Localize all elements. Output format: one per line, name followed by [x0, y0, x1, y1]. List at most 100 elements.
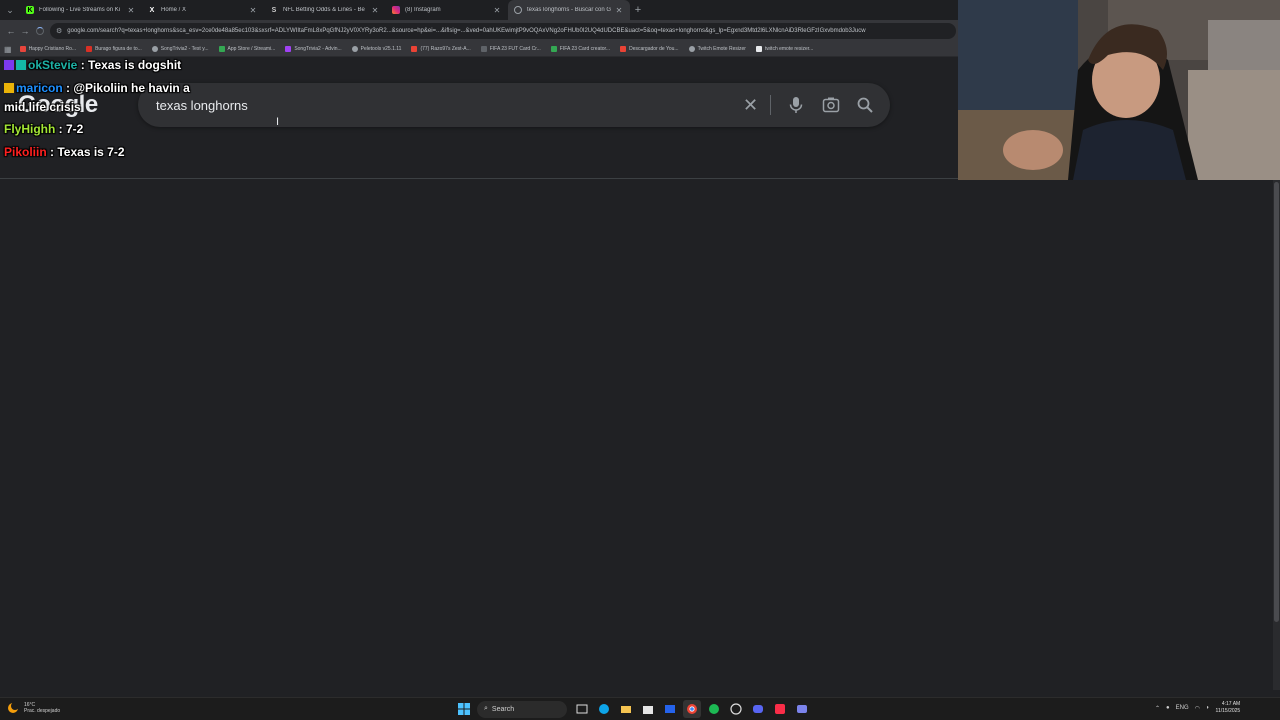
bookmark-favicon-icon [620, 46, 627, 52]
bookmark-item[interactable]: Happy Cristiano Ro... [19, 46, 76, 52]
mic-tray-icon[interactable]: ● [1166, 705, 1170, 711]
bookmark-favicon-icon [688, 46, 695, 52]
bookmark-item[interactable]: App Store / Streami... [218, 46, 276, 52]
taskbar-apps: ⌕ Search [455, 700, 815, 718]
scrollbar-thumb[interactable] [1274, 182, 1279, 622]
search-input[interactable] [156, 83, 716, 127]
tab-search-icon[interactable]: ⌄ [0, 5, 20, 16]
edge-icon[interactable] [595, 700, 613, 718]
chrome-icon[interactable] [683, 700, 701, 718]
vip-badge-icon [16, 60, 26, 70]
bookmark-label: Peletools v25.1.11 [360, 46, 402, 52]
back-icon[interactable]: ← [4, 26, 18, 36]
music-icon[interactable] [771, 700, 789, 718]
x-icon: X [149, 6, 155, 14]
bookmark-item[interactable]: Burago figura de to... [86, 46, 142, 52]
clock[interactable]: 4:17 AM 11/15/2025 [1216, 701, 1241, 715]
chat-username: FlyHighh [4, 122, 56, 136]
discord-icon[interactable] [749, 700, 767, 718]
tab-title: (8) Instagram [405, 7, 441, 13]
bookmark-favicon-icon [151, 46, 158, 52]
bookmark-item[interactable]: twitch emote resizer... [755, 46, 814, 52]
taskbar-search-label: Search [491, 705, 515, 713]
close-icon[interactable]: ✕ [126, 6, 136, 15]
tab-google-search[interactable]: texas longhorns - Buscar con G ✕ [508, 0, 630, 20]
bookmark-label: FIFA 23 FUT Card Cr... [489, 46, 541, 52]
weather-text: 16°C Prac. despejado [24, 702, 60, 714]
chat-text: : Texas is 7-2 [46, 145, 125, 159]
bookmark-favicon-icon [218, 46, 225, 52]
bookmark-item[interactable]: FIFA 23 FUT Card Cr... [480, 46, 541, 52]
chat-text: : 7-2 [55, 122, 84, 136]
close-icon[interactable]: ✕ [370, 6, 380, 15]
bookmark-item[interactable]: SongTrivia2 - Test y... [151, 46, 209, 52]
mail-icon[interactable] [661, 700, 679, 718]
chat-text: mid life crisis [4, 100, 81, 114]
chevron-up-icon[interactable]: ⌃ [1155, 705, 1160, 712]
tab-kick[interactable]: K Following - Live Streams on Ki ✕ [20, 0, 142, 20]
search-results-area [0, 180, 1273, 690]
tab-title: NFL Betting Odds & Lines - Be [283, 7, 365, 13]
bookmark-label: Descargador de You... [629, 46, 679, 52]
microphone-icon[interactable] [786, 95, 806, 115]
url-text: google.com/search?q=texas+longhorns&sca_… [67, 28, 866, 34]
store-icon[interactable] [639, 700, 657, 718]
bookmark-favicon-icon [480, 46, 487, 52]
taskbar-search[interactable]: ⌕ Search [477, 700, 567, 718]
tab-title: Home / X [161, 7, 187, 13]
camera-lens-icon[interactable] [821, 95, 841, 115]
bookmark-item[interactable]: Descargador de You... [620, 46, 679, 52]
obs-icon[interactable] [727, 700, 745, 718]
close-icon[interactable]: ✕ [492, 6, 502, 15]
chat-username: okStevie [28, 58, 78, 72]
tab-strip: ⌄ K Following - Live Streams on Ki ✕ X H… [0, 0, 958, 20]
spotify-icon[interactable] [705, 700, 723, 718]
bookmark-favicon-icon [86, 46, 93, 52]
bookmark-item[interactable]: (77) Razo97s Zest-A... [411, 46, 471, 52]
chat-message: Pikoliin : Texas is 7-2 [4, 145, 125, 159]
bookmark-item[interactable]: Twitch Emote Resizer [688, 46, 746, 52]
kick-icon: K [26, 6, 34, 14]
bookmark-item[interactable]: Peletools v25.1.11 [351, 46, 402, 52]
file-explorer-icon[interactable] [617, 700, 635, 718]
chat-message: maricon : @Pikoliin he havin a [4, 81, 190, 95]
forward-icon[interactable]: → [18, 26, 32, 36]
tab-title: texas longhorns - Buscar con G [527, 7, 612, 13]
site-info-icon[interactable]: ⚙ [56, 27, 62, 35]
bookmark-favicon-icon [550, 46, 557, 52]
apps-grid-icon[interactable]: ▦ [4, 45, 12, 54]
tab-instagram[interactable]: (8) Instagram ✕ [386, 0, 508, 20]
bookmark-item[interactable]: FIFA 23 Card creator... [550, 46, 610, 52]
wifi-icon[interactable]: ◠ [1195, 705, 1200, 712]
webcam-overlay [958, 0, 1280, 180]
address-bar[interactable]: ⚙ google.com/search?q=texas+longhorns&sc… [50, 23, 956, 39]
volume-icon[interactable]: ◗ [1206, 705, 1210, 711]
browser-toolbar: ← → ⚙ google.com/search?q=texas+longhorn… [0, 20, 958, 42]
search-box[interactable]: ✕ [138, 83, 890, 127]
scrollbar[interactable] [1273, 180, 1280, 690]
bookmark-label: SongTrivia2 - Advin... [294, 46, 342, 52]
search-icon[interactable] [855, 95, 875, 115]
language-indicator[interactable]: ENG [1176, 705, 1189, 711]
new-tab-icon[interactable]: + [630, 4, 646, 16]
bookmark-label: twitch emote resizer... [764, 46, 814, 52]
bookmark-item[interactable]: SongTrivia2 - Advin... [285, 46, 342, 52]
bookmark-label: SongTrivia2 - Test y... [160, 46, 209, 52]
tab-x[interactable]: X Home / X ✕ [142, 0, 264, 20]
bookmark-label: (77) Razo97s Zest-A... [420, 46, 471, 52]
bookmark-favicon-icon [19, 46, 26, 52]
windows-start-icon[interactable] [455, 700, 473, 718]
sub-badge-icon [4, 60, 14, 70]
task-view-icon[interactable] [573, 700, 591, 718]
close-icon[interactable]: ✕ [614, 6, 624, 15]
tab-betting[interactable]: S NFL Betting Odds & Lines - Be ✕ [264, 0, 386, 20]
weather-widget[interactable]: 16°C Prac. despejado [6, 701, 60, 715]
globe-icon [514, 6, 522, 14]
instagram-icon [392, 6, 400, 14]
loading-spinner-icon[interactable] [36, 27, 44, 35]
bookmark-label: App Store / Streami... [227, 46, 276, 52]
clear-icon[interactable]: ✕ [743, 96, 758, 114]
close-icon[interactable]: ✕ [248, 6, 258, 15]
bookmark-label: Twitch Emote Resizer [697, 46, 746, 52]
teams-icon[interactable] [793, 700, 811, 718]
